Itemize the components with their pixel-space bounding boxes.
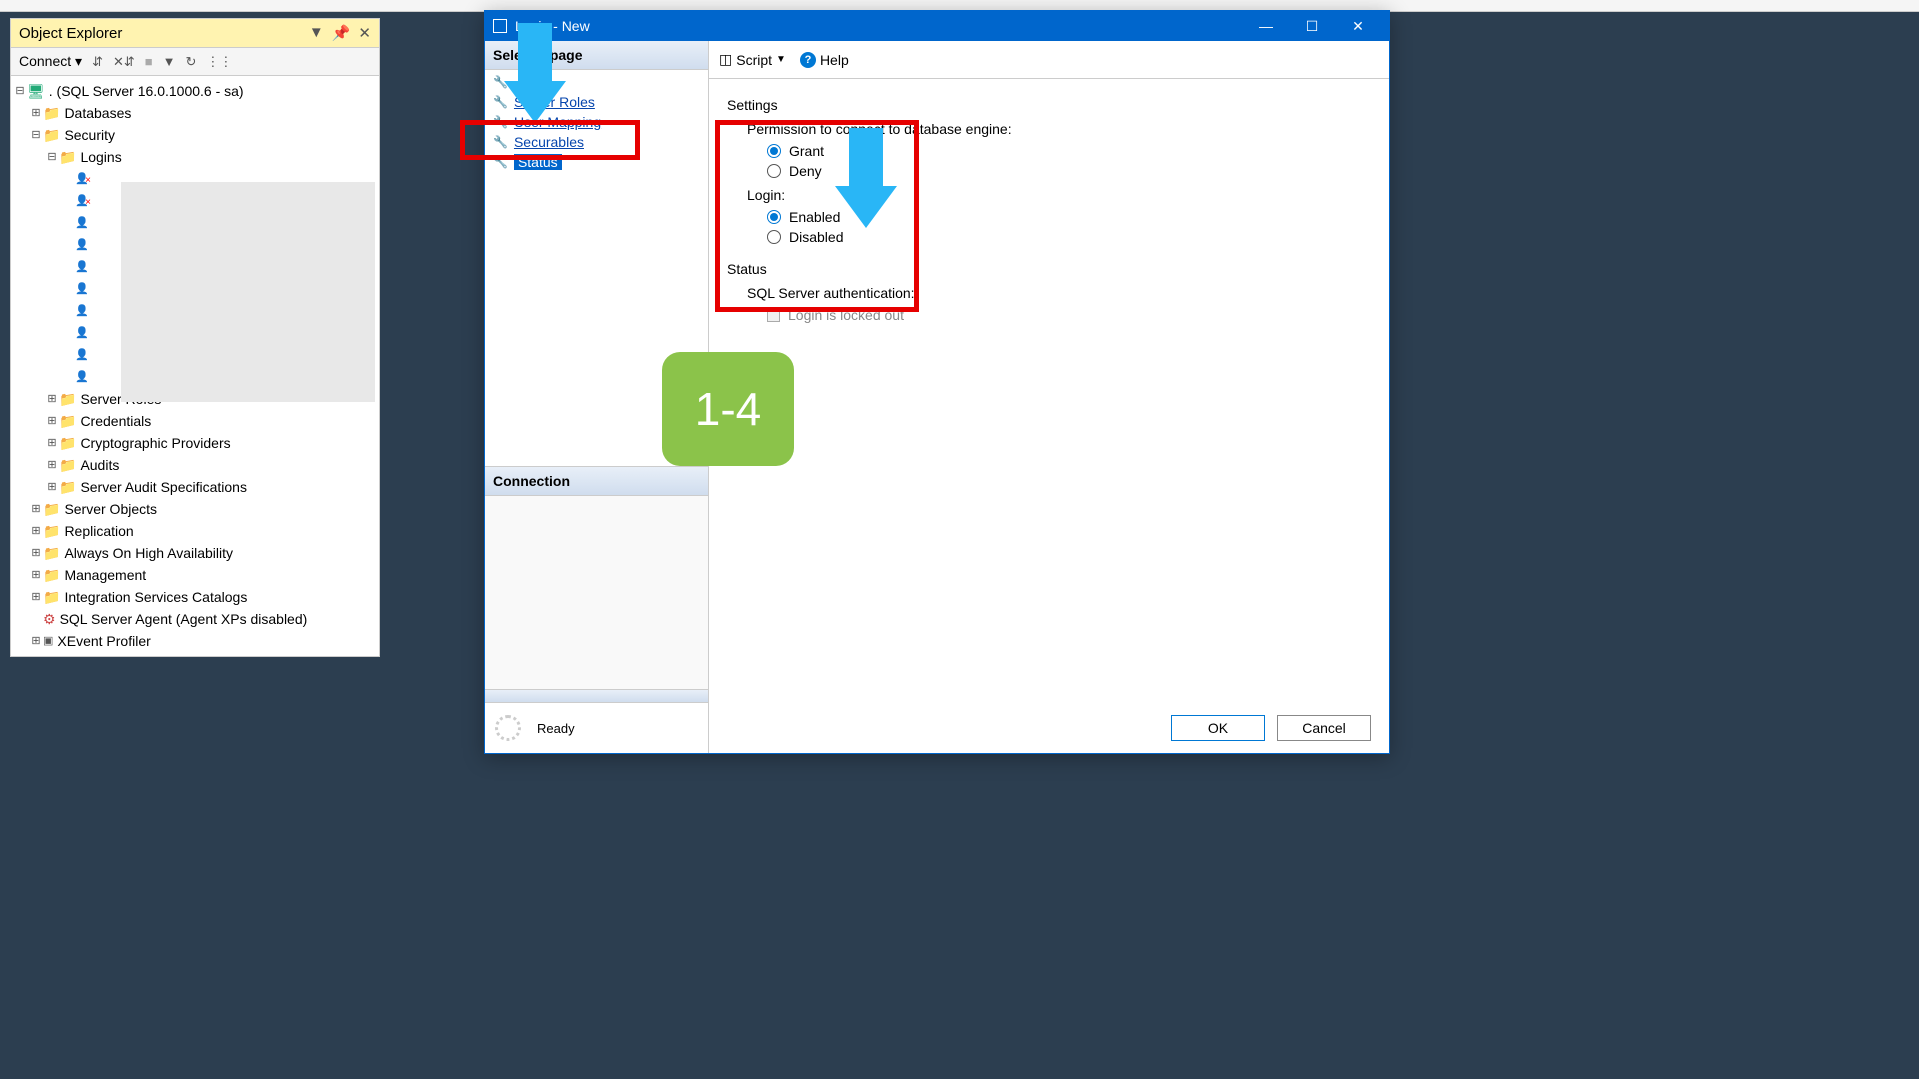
progress-header bbox=[485, 689, 708, 703]
tree-server-objects[interactable]: ⊞📁Server Objects bbox=[13, 498, 377, 520]
dropdown-icon[interactable]: ▼ bbox=[309, 24, 324, 42]
close-button[interactable]: ✕ bbox=[1335, 11, 1381, 41]
progress-status: Ready bbox=[537, 721, 575, 736]
tree-credentials[interactable]: ⊞📁Credentials bbox=[13, 410, 377, 432]
dialog-footer: OK Cancel bbox=[709, 703, 1389, 753]
connection-body bbox=[485, 496, 708, 690]
stop-icon[interactable]: ■ bbox=[145, 54, 153, 69]
disconnect-icon[interactable]: ✕⇵ bbox=[113, 54, 135, 70]
tree-replication[interactable]: ⊞📁Replication bbox=[13, 520, 377, 542]
object-explorer-title: Object Explorer bbox=[19, 25, 122, 42]
object-explorer-panel: Object Explorer ▼ 📌 ✕ Connect ▾ ⇵ ✕⇵ ■ ▼… bbox=[10, 18, 380, 657]
connect-button[interactable]: Connect ▾ bbox=[19, 53, 82, 70]
connection-header: Connection bbox=[485, 466, 708, 496]
connect-icon[interactable]: ⇵ bbox=[92, 54, 103, 70]
refresh-icon[interactable]: ↻ bbox=[186, 54, 197, 70]
pin-icon[interactable]: 📌 bbox=[332, 24, 351, 42]
tree-logins[interactable]: ⊟📁Logins bbox=[13, 146, 377, 168]
tree-crypto-providers[interactable]: ⊞📁Cryptographic Providers bbox=[13, 432, 377, 454]
progress-body: Ready bbox=[485, 703, 708, 753]
close-icon[interactable]: ✕ bbox=[358, 24, 371, 42]
annotation-step-badge: 1-4 bbox=[662, 352, 794, 466]
tree-server-root[interactable]: ⊟🖥. (SQL Server 16.0.1000.6 - sa) bbox=[13, 80, 377, 102]
object-explorer-titlebar: Object Explorer ▼ 📌 ✕ bbox=[11, 19, 379, 48]
redacted-region bbox=[121, 182, 375, 402]
object-explorer-toolbar: Connect ▾ ⇵ ✕⇵ ■ ▼ ↻ ⋮⋮ bbox=[11, 48, 379, 76]
tree-management[interactable]: ⊞📁Management bbox=[13, 564, 377, 586]
tree-audits[interactable]: ⊞📁Audits bbox=[13, 454, 377, 476]
activity-icon[interactable]: ⋮⋮ bbox=[206, 54, 232, 70]
annotation-redbox-pages bbox=[460, 120, 640, 160]
help-button[interactable]: ?Help bbox=[800, 52, 849, 68]
tree-agent[interactable]: ⚙SQL Server Agent (Agent XPs disabled) bbox=[13, 608, 377, 630]
annotation-arrow-1 bbox=[504, 23, 566, 133]
dialog-toolbar: ◫Script▼ ?Help bbox=[709, 41, 1389, 79]
filter-icon[interactable]: ▼ bbox=[163, 54, 176, 69]
dialog-titlebar[interactable]: Login - New — ☐ ✕ bbox=[485, 11, 1389, 41]
ok-button[interactable]: OK bbox=[1171, 715, 1265, 741]
cancel-button[interactable]: Cancel bbox=[1277, 715, 1371, 741]
maximize-button[interactable]: ☐ bbox=[1289, 11, 1335, 41]
script-button[interactable]: ◫Script▼ bbox=[719, 51, 786, 68]
help-icon: ? bbox=[800, 52, 816, 68]
tree-databases[interactable]: ⊞📁Databases bbox=[13, 102, 377, 124]
tree-audit-specs[interactable]: ⊞📁Server Audit Specifications bbox=[13, 476, 377, 498]
tree-always-on[interactable]: ⊞📁Always On High Availability bbox=[13, 542, 377, 564]
spinner-icon bbox=[495, 715, 521, 741]
annotation-redbox-settings bbox=[715, 120, 919, 312]
minimize-button[interactable]: — bbox=[1243, 11, 1289, 41]
tree-xevent[interactable]: ⊞▣XEvent Profiler bbox=[13, 630, 377, 652]
settings-label: Settings bbox=[727, 97, 1371, 113]
tree-isc[interactable]: ⊞📁Integration Services Catalogs bbox=[13, 586, 377, 608]
tree-security[interactable]: ⊟📁Security bbox=[13, 124, 377, 146]
